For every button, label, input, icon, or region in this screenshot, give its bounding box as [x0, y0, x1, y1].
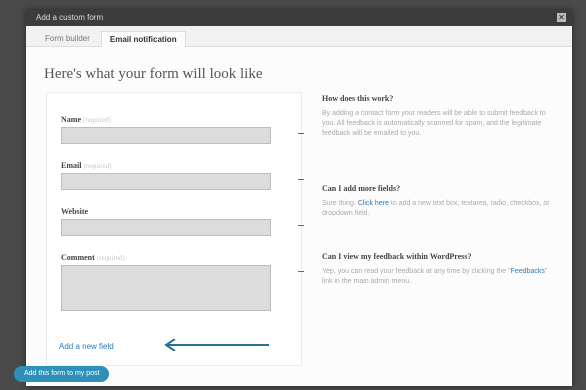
website-label-text: Website [61, 207, 89, 216]
field-label-name: Name (required) [61, 115, 111, 124]
click-here-link[interactable]: Click here [358, 200, 389, 207]
website-field[interactable] [61, 219, 271, 236]
required-hint: (required) [83, 162, 112, 170]
tab-email-notification[interactable]: Email notification [100, 31, 186, 47]
comment-textarea[interactable] [61, 265, 271, 311]
name-label-text: Name [61, 115, 81, 124]
tab-bar: Form builder Email notification [26, 26, 572, 47]
field-edit-handle[interactable] [298, 225, 304, 226]
faq-item: Can I add more fields? Sure thing. Click… [322, 184, 550, 219]
faq-answer: Yep, you can read your feedback at any t… [322, 267, 550, 287]
faq-answer: By adding a contact form your readers wi… [322, 110, 546, 137]
faq-question: Can I view my feedback within WordPress? [322, 252, 472, 261]
page-title: Here's what your form will look like [44, 66, 263, 82]
field-edit-handle[interactable] [298, 133, 304, 134]
add-form-to-post-button[interactable]: Add this form to my post [14, 366, 110, 382]
faq-question: How does this work? [322, 94, 394, 103]
faq-question: Can I add more fields? [322, 184, 401, 193]
close-icon[interactable]: ✕ [557, 13, 566, 22]
dialog-titlebar: Add a custom form ✕ [26, 10, 572, 26]
feedbacks-link[interactable]: Feedbacks [511, 268, 545, 275]
field-label-comment: Comment (required) [61, 253, 125, 262]
arrow-left-icon [164, 339, 269, 351]
dialog-title: Add a custom form [36, 13, 104, 22]
required-hint: (required) [96, 254, 125, 262]
answer-text: Sure thing. [322, 200, 358, 207]
field-edit-handle[interactable] [298, 179, 304, 180]
faq-answer: Sure thing. Click here to add a new text… [322, 199, 550, 219]
faq-item: Can I view my feedback within WordPress?… [322, 252, 550, 287]
answer-text: Yep, you can read your feedback at any t… [322, 268, 511, 275]
faq-item: How does this work? By adding a contact … [322, 94, 550, 139]
custom-form-dialog: Add a custom form ✕ Form builder Email n… [26, 10, 572, 386]
add-new-field-link[interactable]: Add a new field [59, 342, 114, 351]
email-field[interactable] [61, 173, 271, 190]
field-label-website: Website [61, 207, 88, 216]
field-label-email: Email (required) [61, 161, 111, 170]
comment-label-text: Comment [61, 253, 95, 262]
name-field[interactable] [61, 127, 271, 144]
field-edit-handle[interactable] [298, 271, 304, 272]
form-preview: Name (required) Email (required) Website… [46, 92, 302, 366]
required-hint: (required) [83, 116, 111, 124]
email-label-text: Email [61, 161, 82, 170]
tab-form-builder[interactable]: Form builder [36, 30, 99, 46]
